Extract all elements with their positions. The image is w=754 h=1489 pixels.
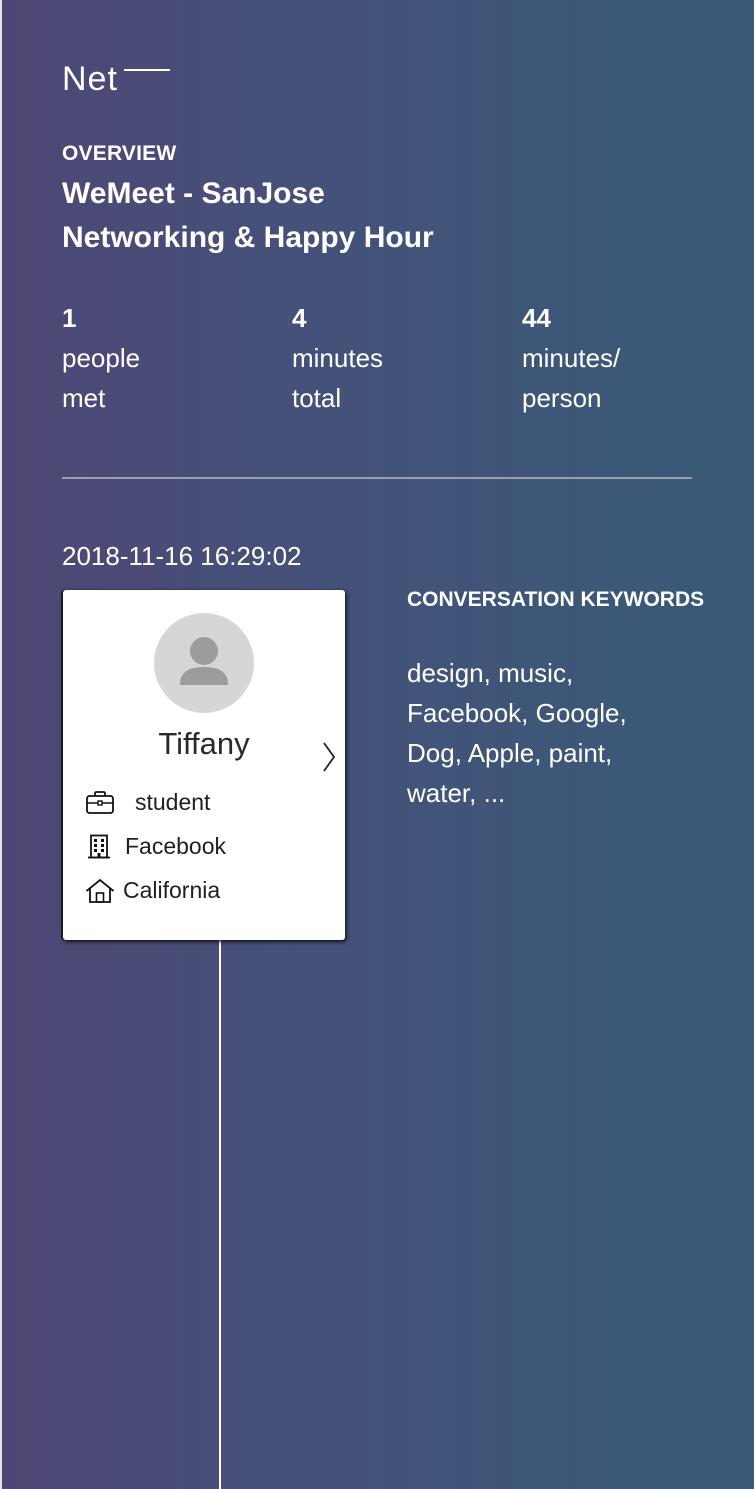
stat-label: met <box>62 383 106 413</box>
contact-location-row: California <box>85 877 220 904</box>
contact-location: California <box>123 877 221 903</box>
contact-company-row: Facebook <box>85 833 226 860</box>
stat-label: minutes/ <box>522 343 621 373</box>
chevron-right-icon[interactable] <box>321 740 337 774</box>
stat-label: person <box>522 383 602 413</box>
building-icon <box>85 834 115 860</box>
section-divider <box>62 477 692 479</box>
app-logo: Net <box>62 62 170 96</box>
contact-card[interactable]: Tiffany student Facebook California <box>63 590 345 940</box>
keywords-line: design, music, <box>407 658 574 688</box>
logo-text: Net <box>62 60 118 98</box>
timeline-line <box>219 935 221 1489</box>
stat-people-met: 1 people met <box>62 298 140 418</box>
contact-occupation-row: student <box>85 789 210 816</box>
event-title: WeMeet - SanJose Networking & Happy Hour <box>62 172 702 260</box>
stat-label: minutes <box>292 343 384 373</box>
meeting-timestamp: 2018-11-16 16:29:02 <box>62 541 302 571</box>
contact-occupation: student <box>135 789 211 815</box>
stat-value: 44 <box>522 303 551 333</box>
keywords-line: water, ... <box>407 778 506 808</box>
stat-label: total <box>292 383 342 413</box>
contact-name: Tiffany <box>158 726 250 761</box>
stat-value: 4 <box>292 303 307 333</box>
stat-label: people <box>62 343 141 373</box>
conversation-keywords: design, music, Facebook, Google, Dog, Ap… <box>407 653 707 813</box>
briefcase-icon <box>85 790 115 816</box>
person-placeholder-icon <box>154 613 254 713</box>
contact-company: Facebook <box>125 833 227 859</box>
stats-row: 1 people met 4 minutes total 44 minutes/… <box>62 298 702 428</box>
overview-screen: Net OVERVIEW WeMeet - SanJose Networking… <box>0 0 754 1489</box>
event-title-line-2: Networking & Happy Hour <box>62 221 434 254</box>
keywords-line: Dog, Apple, paint, <box>407 738 613 768</box>
stat-value: 1 <box>62 303 77 333</box>
logo-underline <box>123 69 170 71</box>
stat-minutes-total: 4 minutes total <box>292 298 383 418</box>
conversation-keywords-label: CONVERSATION KEYWORDS <box>407 588 705 611</box>
keywords-line: Facebook, Google, <box>407 698 627 728</box>
section-label-overview: OVERVIEW <box>62 142 177 165</box>
home-icon <box>85 878 115 904</box>
stat-minutes-per-person: 44 minutes/ person <box>522 298 620 418</box>
event-title-line-1: WeMeet - SanJose <box>62 177 325 210</box>
